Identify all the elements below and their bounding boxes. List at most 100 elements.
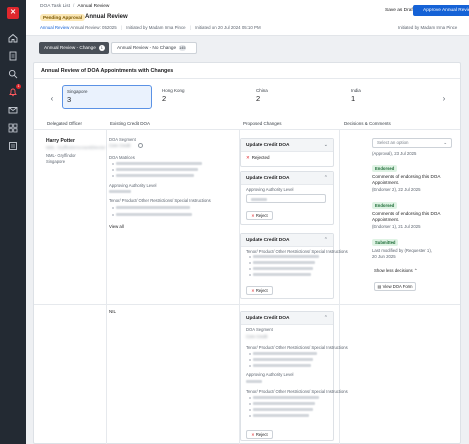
country-name: India <box>351 88 361 93</box>
country-count: 2 <box>162 94 167 103</box>
grid-icon[interactable] <box>8 123 18 133</box>
approving-authority-label: Approving Authority Level <box>246 187 294 192</box>
initiated-on: Initiated on 20 Jul 2024 05:10 PM <box>195 25 261 30</box>
review-id: Annual Review: 052025 <box>70 25 117 30</box>
col-delegated-officer: Delegated Officer <box>47 121 82 126</box>
chevron-left-icon[interactable]: ‹ <box>48 93 56 105</box>
show-less-link[interactable]: Show less decisions ⌃ <box>374 268 418 274</box>
officer-unit: NML- Gryffindor <box>46 153 76 158</box>
tab-change-count: 1 <box>98 44 105 51</box>
initiated-by-right: Initiated by Madam Irma Pince <box>398 25 458 30</box>
comment-meta: (Endorser 1), 21 Jul 2025 <box>372 224 421 229</box>
breadcrumb-current: Annual Review <box>77 4 110 9</box>
close-icon: ✕ <box>251 213 255 218</box>
col-proposed-changes: Proposed Changes <box>243 121 282 126</box>
chevron-right-icon[interactable]: › <box>440 93 448 105</box>
tenor-label: Tenor/ Product/ Other Restrictions/ Spec… <box>109 198 211 203</box>
breadcrumb: DOA Task List / Annual Review <box>40 4 110 9</box>
modified-date: 20 Jun 2025 <box>372 254 396 259</box>
comment-text: Appointment. <box>372 180 400 185</box>
tenor-label: Tenor/ Product/ Other Restrictions/ Spec… <box>246 345 348 350</box>
home-icon[interactable] <box>8 33 18 43</box>
chevron-down-icon: ⌄ <box>443 140 447 145</box>
notifications-icon[interactable]: 1 <box>8 84 21 97</box>
existing-nil: NIL <box>109 309 117 314</box>
tab-no-change[interactable]: Annual Review - No Change 145 <box>111 42 197 54</box>
side-nav: ✕ 1 <box>0 0 26 444</box>
country-tab-india[interactable]: India 1 <box>347 85 437 109</box>
country-name: Hong Kong <box>162 88 185 93</box>
submitted-badge: Submitted <box>372 239 399 246</box>
annual-review-link[interactable]: Annual Review <box>40 25 69 30</box>
chevron-up-icon[interactable]: ⌃ <box>324 172 328 185</box>
approving-authority-label: Approving Authority Level <box>246 372 294 377</box>
endorsed-badge: Endorsed <box>372 202 398 209</box>
decision-select[interactable]: Select an option ⌄ <box>372 138 452 148</box>
update-credit-doa-title: Update Credit DOA <box>246 316 290 321</box>
info-icon[interactable] <box>138 143 143 148</box>
close-icon: ✕ <box>246 155 250 160</box>
tasks-icon[interactable] <box>8 141 18 151</box>
search-icon[interactable] <box>8 69 18 79</box>
close-icon: ✕ <box>251 288 255 293</box>
chevron-down-icon[interactable]: ⌄ <box>324 139 328 152</box>
page-title: Annual Review <box>85 14 128 20</box>
tenor-label: Tenor/ Product/ Other Restrictions/ Spec… <box>246 249 348 254</box>
country-tab-china[interactable]: China 2 <box>252 85 342 109</box>
chevron-up-icon[interactable]: ⌃ <box>324 234 328 247</box>
tab-no-change-label: Annual Review - No Change <box>117 45 177 50</box>
update-credit-doa-title: Update Credit DOA <box>246 143 290 148</box>
country-name: China <box>256 88 268 93</box>
country-tab-hong-kong[interactable]: Hong Kong 2 <box>158 85 248 109</box>
mail-icon[interactable] <box>8 105 18 115</box>
comment-text: Appointment. <box>372 217 400 222</box>
officer-location: Singapore <box>46 159 66 164</box>
comment-text: Comments of endorsing this DOA <box>372 174 441 179</box>
officer-title: NML- GryffindorAccountDirector <box>46 145 106 150</box>
col-existing-doa: Existing Credit DOA <box>110 121 151 126</box>
view-all-link[interactable]: View all <box>109 224 124 229</box>
tenor-label: Tenor/ Product/ Other Restrictions/ Spec… <box>246 389 348 394</box>
app-logo[interactable]: ✕ <box>7 7 19 19</box>
country-count: 1 <box>351 94 356 103</box>
approving-authority-label: Approving Authority Level <box>109 183 157 188</box>
status-badge: Pending Approval <box>40 14 86 21</box>
doa-matrices-label: DOA Matrices <box>109 155 135 160</box>
modified-note: Last modified by (Requester 1), <box>372 248 432 253</box>
reject-button[interactable]: ✕Reject <box>246 430 273 439</box>
chevron-up-icon[interactable]: ⌃ <box>324 312 328 325</box>
documents-icon[interactable] <box>8 51 18 61</box>
proposed-change-box: Update Credit DOA ⌄ <box>240 138 334 167</box>
doa-segment-label: DOA Segment <box>109 137 136 142</box>
approval-note: (Approval), 23 Jul 2025 <box>372 151 417 156</box>
reject-button[interactable]: ✕Reject <box>246 286 273 295</box>
review-meta: Annual Review Annual Review: 052025 | In… <box>40 25 261 30</box>
tab-change-label: Annual Review - Change <box>44 45 96 50</box>
comment-text: Comments of endorsing this DOA <box>372 211 441 216</box>
tab-no-change-count: 145 <box>179 44 186 51</box>
country-count: 2 <box>256 94 261 103</box>
doa-segment-value: Core Credit <box>246 334 268 339</box>
country-count: 3 <box>67 95 72 104</box>
update-credit-doa-title: Update Credit DOA <box>246 176 290 181</box>
initiated-by: Initiated by Madam Irma Pince <box>126 25 186 30</box>
rejected-status: ✕ Rejected <box>246 155 270 160</box>
country-name: Singapore <box>67 89 88 94</box>
comment-meta: (Endorser 2), 22 Jul 2025 <box>372 187 421 192</box>
tab-change[interactable]: Annual Review - Change 1 <box>39 42 109 54</box>
view-doa-form-button[interactable]: ▤ View DOA Form <box>374 282 416 291</box>
reject-button[interactable]: ✕Reject <box>246 211 273 220</box>
authority-select[interactable] <box>246 194 326 203</box>
officer-name: Harry Potter <box>46 138 75 144</box>
close-icon: ✕ <box>251 432 255 437</box>
page-header: DOA Task List / Annual Review Pending Appr… <box>26 0 469 36</box>
update-credit-doa-title: Update Credit DOA <box>246 238 290 243</box>
chevron-up-icon: ⌃ <box>413 268 418 273</box>
col-decisions: Decisions & Comments <box>344 121 391 126</box>
card-title: Annual Review of DOA Appointments with C… <box>41 68 174 74</box>
country-tab-singapore[interactable]: Singapore 3 <box>62 85 152 109</box>
doa-segment-label: DOA Segment <box>246 327 273 332</box>
approve-button[interactable]: Approve Annual Review <box>413 5 469 16</box>
doa-segment-value: Core Credit <box>109 143 131 148</box>
breadcrumb-task-list[interactable]: DOA Task List <box>40 4 70 9</box>
